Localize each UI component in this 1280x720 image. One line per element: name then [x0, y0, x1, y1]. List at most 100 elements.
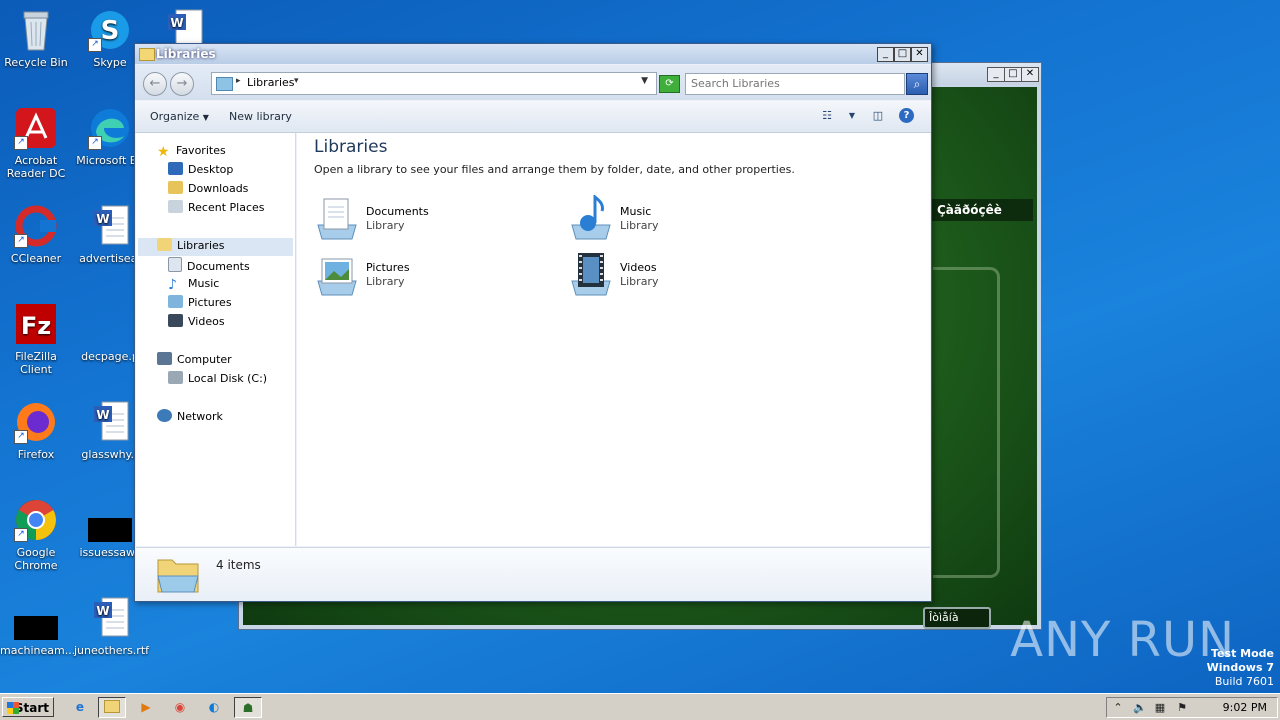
minimize-button[interactable]: _: [877, 47, 894, 62]
content-pane: Libraries Open a library to see your fil…: [297, 133, 930, 546]
filezilla-icon: Fz: [14, 302, 58, 346]
documents-library-icon: [314, 195, 360, 241]
preview-pane-icon[interactable]: ◫: [870, 108, 886, 124]
close-button[interactable]: ✕: [1021, 67, 1039, 82]
music-library-icon: [568, 193, 614, 241]
shortcut-arrow-icon: ↗: [14, 234, 28, 248]
desktop-icon-acrobat[interactable]: ↗ Acrobat Reader DC: [0, 106, 72, 180]
skype-icon: S ↗: [88, 8, 132, 52]
taskbar-edge-icon[interactable]: ◐: [200, 697, 228, 718]
nav-item-label: Videos: [188, 315, 225, 328]
nav-item-label: Pictures: [188, 296, 232, 309]
action-center-flag-icon[interactable]: ⚑: [1175, 701, 1189, 714]
view-options-icon[interactable]: ☷: [819, 108, 835, 124]
library-item-videos[interactable]: Videos Library: [568, 251, 768, 301]
nav-item-pictures[interactable]: Pictures: [168, 295, 232, 311]
maximize-button[interactable]: □: [894, 47, 911, 62]
desktop-icon-juneothers[interactable]: W juneothers.rtf: [74, 596, 150, 657]
chevron-down-icon[interactable]: ▼: [844, 108, 860, 124]
nav-item-recent-places[interactable]: Recent Places: [168, 200, 265, 216]
documents-icon: [168, 257, 182, 272]
desktop-icon-recycle-bin[interactable]: Recycle Bin: [0, 8, 72, 69]
acrobat-icon: ↗: [14, 106, 58, 150]
clock[interactable]: 9:02 PM: [1223, 701, 1267, 714]
nav-item-desktop[interactable]: Desktop: [168, 162, 233, 178]
nav-item-local-disk[interactable]: Local Disk (C:): [168, 371, 267, 387]
volume-icon[interactable]: 🔈: [1133, 701, 1147, 714]
nav-item-label: Desktop: [188, 163, 234, 176]
breadcrumb-arrow-icon[interactable]: ▸: [236, 76, 241, 86]
music-icon: ♪: [168, 277, 177, 293]
desktop-icon-firefox[interactable]: ↗ Firefox: [0, 400, 72, 461]
file-icon: [88, 302, 132, 346]
new-library-button[interactable]: New library: [229, 110, 292, 123]
desktop-icon-label: juneothers.rtf: [74, 644, 150, 657]
show-hidden-icons-icon[interactable]: ⌃: [1111, 701, 1125, 714]
organize-label: Organize: [150, 110, 200, 123]
nav-item-favorites[interactable]: ★ Favorites: [157, 143, 226, 160]
breadcrumb-arrow-icon[interactable]: ▾: [294, 76, 299, 86]
address-dropdown-icon[interactable]: ▼: [641, 76, 648, 86]
library-item-documents[interactable]: Documents Library: [314, 195, 514, 245]
close-button[interactable]: ✕: [911, 47, 928, 62]
shortcut-arrow-icon: ↗: [14, 528, 28, 542]
shortcut-arrow-icon: ↗: [14, 430, 28, 444]
desktop-icon-ccleaner[interactable]: ↗ CCleaner: [0, 204, 72, 265]
pictures-icon: [168, 295, 183, 308]
test-mode-notice: Test Mode Windows 7 Build 7601: [1207, 647, 1274, 689]
nav-item-libraries[interactable]: Libraries: [157, 238, 225, 254]
address-bar[interactable]: ▸ Libraries ▾ ▼: [211, 72, 657, 95]
library-item-pictures[interactable]: Pictures Library: [314, 251, 514, 301]
svg-text:W: W: [96, 604, 109, 618]
nav-item-downloads[interactable]: Downloads: [168, 181, 248, 197]
drive-icon: [168, 371, 183, 384]
system-tray: ⌃ 🔈 ▦ ⚑ 9:02 PM: [1106, 697, 1278, 718]
nav-item-label: Libraries: [177, 239, 225, 252]
nav-item-videos[interactable]: Videos: [168, 314, 225, 330]
help-icon[interactable]: ?: [899, 108, 914, 123]
cancel-button[interactable]: Îòìåíà: [923, 607, 991, 629]
desktop-icon-filezilla[interactable]: Fz FileZilla Client: [0, 302, 72, 376]
explorer-window[interactable]: Libraries _ □ ✕ ← → ▸ Libraries ▾ ▼ ⟳ ⌕ …: [134, 43, 932, 602]
explorer-titlebar[interactable]: Libraries _ □ ✕: [135, 44, 931, 64]
desktop-icon-chrome[interactable]: ↗ Google Chrome: [0, 498, 72, 572]
network-status-icon[interactable]: ▦: [1153, 701, 1167, 714]
page-subtitle: Open a library to see your files and arr…: [314, 163, 795, 176]
taskbar-chrome-icon[interactable]: ◉: [166, 697, 194, 718]
build-line: Build 7601: [1214, 675, 1274, 688]
taskbar-explorer-icon[interactable]: [98, 697, 126, 718]
maximize-button[interactable]: □: [1004, 67, 1022, 82]
nav-item-music[interactable]: ♪ Music: [168, 276, 219, 293]
search-box[interactable]: [685, 73, 905, 95]
breadcrumb-libraries[interactable]: Libraries: [247, 76, 295, 89]
nav-item-label: Downloads: [188, 182, 249, 195]
refresh-button[interactable]: ⟳: [659, 75, 680, 93]
organize-button[interactable]: Organize ▼: [150, 110, 209, 123]
word-document-icon: W: [88, 596, 132, 640]
forward-button[interactable]: →: [170, 72, 194, 96]
search-icon[interactable]: ⌕: [906, 73, 928, 95]
back-button[interactable]: ←: [143, 72, 167, 96]
search-input[interactable]: [686, 74, 891, 92]
desktop-icon-label: Recycle Bin: [4, 56, 68, 69]
svg-text:Fz: Fz: [21, 312, 51, 340]
library-type: Library: [366, 219, 405, 232]
item-count: 4 items: [216, 558, 261, 572]
nav-item-computer[interactable]: Computer: [157, 352, 232, 368]
taskbar-media-player-icon[interactable]: ▶: [132, 697, 160, 718]
taskbar: Start e ▶ ◉ ◐ ☗ ⌃ 🔈 ▦ ⚑ 9:02 PM: [0, 693, 1280, 720]
nav-item-network[interactable]: Network: [157, 409, 223, 425]
downloads-menu-label[interactable]: Çàãðóçêè: [931, 199, 1033, 221]
start-button[interactable]: Start: [2, 697, 54, 717]
nav-item-documents[interactable]: Documents: [168, 257, 250, 273]
taskbar-app-icon[interactable]: ☗: [234, 697, 262, 718]
desktop-icon-machineam[interactable]: machineam...: [0, 596, 75, 657]
library-item-music[interactable]: Music Library: [568, 193, 768, 245]
desktop-icon-label: glasswhy.r: [81, 448, 139, 461]
minimize-button[interactable]: _: [987, 67, 1005, 82]
desktop-icon-label: Firefox: [17, 448, 55, 461]
page-title: Libraries: [314, 137, 388, 157]
navigation-pane: ★ Favorites Desktop Downloads Recent Plac…: [136, 133, 296, 546]
videos-library-icon: [568, 251, 614, 297]
taskbar-ie-icon[interactable]: e: [66, 697, 94, 718]
